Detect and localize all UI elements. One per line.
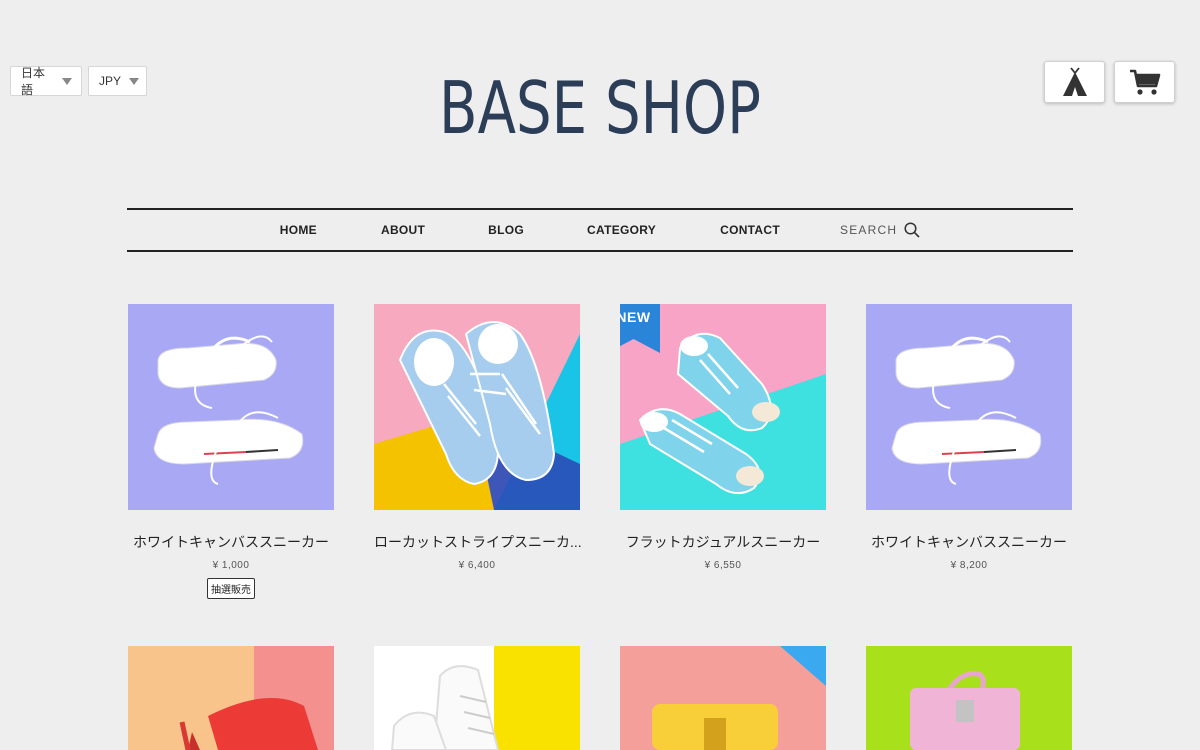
nav-home[interactable]: HOME [280, 223, 317, 237]
chevron-down-icon [62, 77, 72, 85]
product-price: ¥ 8,200 [950, 560, 988, 571]
product-price: ¥ 1,000 [212, 560, 250, 571]
main-nav: HOME ABOUT BLOG CATEGORY CONTACT SEARCH [127, 208, 1073, 252]
product-card[interactable]: ローカットストライプスニーカ... ¥ 6,400 [374, 304, 582, 571]
nav-blog[interactable]: BLOG [488, 223, 524, 237]
product-card[interactable]: NEW フラットカジュアルスニーカー ¥ 6,550 [620, 304, 826, 571]
language-select-value: 日本語 [21, 66, 46, 97]
tent-button[interactable] [1044, 61, 1105, 103]
language-select[interactable]: 日本語 [10, 66, 82, 97]
product-name[interactable]: フラットカジュアルスニーカー [620, 532, 826, 552]
product-image[interactable] [620, 646, 826, 750]
product-card[interactable] [866, 646, 1072, 750]
search-icon [904, 222, 920, 238]
nav-category[interactable]: CATEGORY [587, 223, 656, 237]
new-badge-label: NEW [620, 309, 651, 325]
product-card[interactable] [128, 646, 334, 750]
search-label: SEARCH [839, 223, 898, 237]
product-image[interactable] [374, 304, 580, 510]
product-image[interactable]: NEW [620, 304, 826, 510]
product-card[interactable] [374, 646, 580, 750]
cart-icon [1129, 69, 1160, 95]
product-image[interactable] [866, 646, 1072, 750]
product-image[interactable] [866, 304, 1072, 510]
cart-button[interactable] [1114, 61, 1175, 103]
product-price: ¥ 6,400 [458, 560, 496, 571]
nav-contact[interactable]: CONTACT [720, 223, 780, 237]
product-image[interactable] [128, 304, 334, 510]
nav-about[interactable]: ABOUT [381, 223, 425, 237]
product-card[interactable] [620, 646, 826, 750]
product-price: ¥ 6,550 [704, 560, 742, 571]
product-card[interactable]: ホワイトキャンバススニーカー ¥ 8,200 [866, 304, 1072, 571]
new-badge: NEW [620, 304, 660, 353]
shop-logo[interactable]: BASE SHOP [132, 68, 1068, 148]
product-name[interactable]: ローカットストライプスニーカ... [374, 532, 582, 552]
lottery-sale-tag: 抽選販売 [207, 578, 255, 599]
tent-icon [1062, 67, 1087, 96]
product-name[interactable]: ホワイトキャンバススニーカー [866, 532, 1072, 552]
product-name[interactable]: ホワイトキャンバススニーカー [128, 532, 334, 552]
search-button[interactable]: SEARCH [840, 222, 920, 238]
product-image[interactable] [128, 646, 334, 750]
product-card[interactable]: ホワイトキャンバススニーカー ¥ 1,000 抽選販売 [128, 304, 334, 599]
product-image[interactable] [374, 646, 580, 750]
currency-select-value: JPY [99, 74, 122, 88]
